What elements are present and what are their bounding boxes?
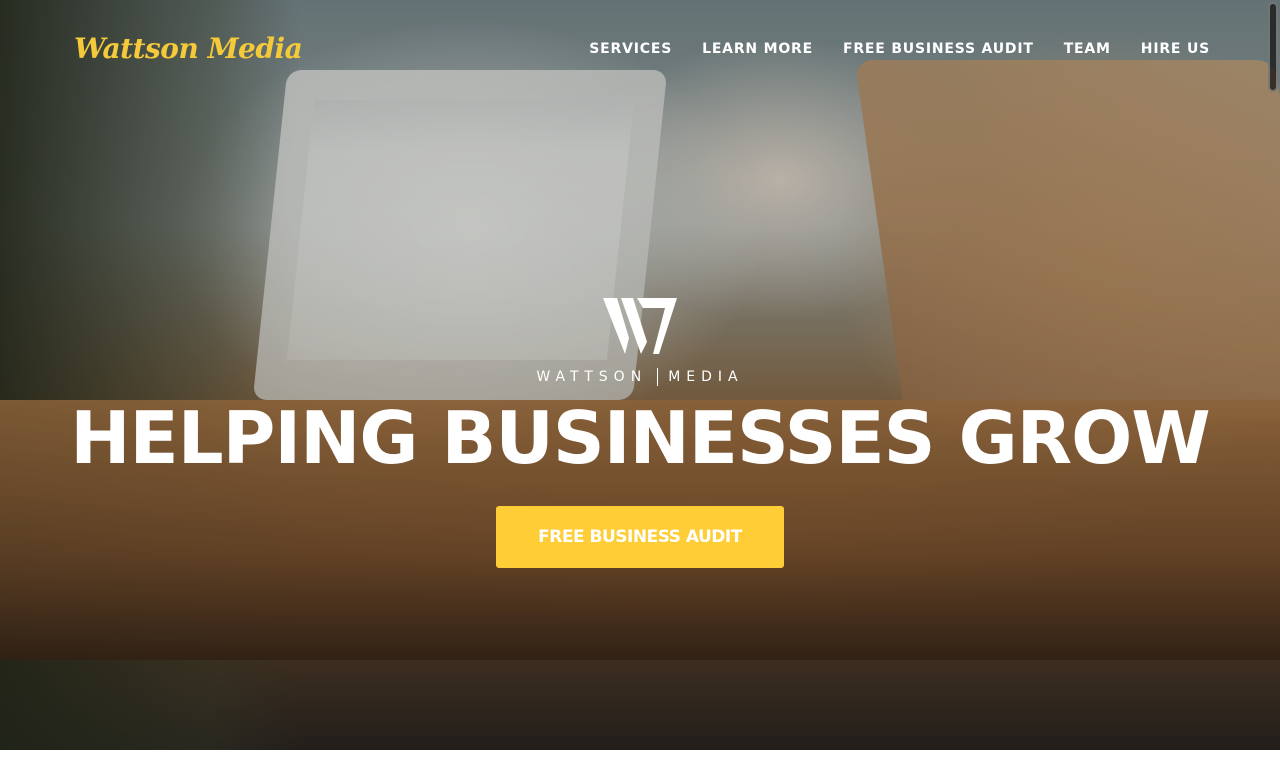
brand-divider	[657, 368, 659, 386]
brand-logo: WATTSON MEDIA	[0, 298, 1280, 386]
wm-logo-icon	[603, 298, 677, 354]
free-business-audit-button[interactable]: FREE BUSINESS AUDIT	[496, 506, 784, 568]
nav-link-free-business-audit[interactable]: FREE BUSINESS AUDIT	[843, 41, 1034, 57]
main-nav: SERVICES LEARN MORE FREE BUSINESS AUDIT …	[589, 41, 1210, 57]
brand-word-left: WATTSON	[536, 369, 648, 385]
nav-link-team[interactable]: TEAM	[1064, 41, 1111, 57]
brand-word-right: MEDIA	[668, 369, 744, 385]
hero-headline: HELPING BUSINESSES GROW	[70, 396, 1210, 480]
page-scrollbar[interactable]	[1268, 2, 1278, 92]
nav-link-services[interactable]: SERVICES	[589, 41, 672, 57]
brand-wordmark: WATTSON MEDIA	[536, 368, 743, 386]
nav-link-hire-us[interactable]: HIRE US	[1141, 41, 1210, 57]
nav-link-learn-more[interactable]: LEARN MORE	[702, 41, 813, 57]
site-logo[interactable]: Wattson Media	[74, 32, 303, 65]
